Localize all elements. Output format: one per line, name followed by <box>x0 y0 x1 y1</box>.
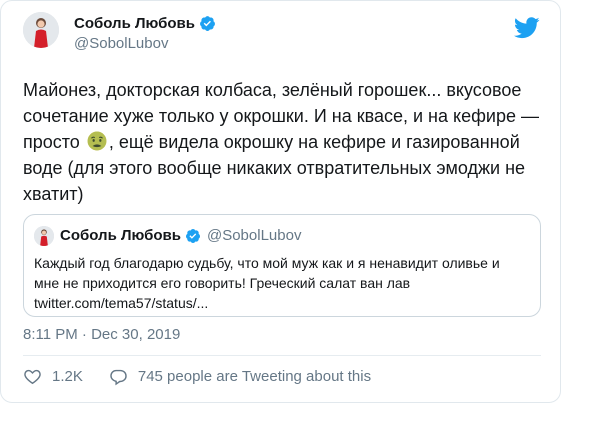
quoted-author-name: Соболь Любовь <box>60 227 181 244</box>
tweet-card: Соболь Любовь @SobolLubov Майонез, докто… <box>0 0 561 403</box>
tweet-timestamp[interactable]: 8:11 PM · Dec 30, 2019 <box>23 326 180 343</box>
author-handle[interactable]: @SobolLubov <box>74 35 168 52</box>
tweet-text: Майонез, докторская колбаса, зелёный гор… <box>23 77 548 207</box>
quoted-tweet-text: Каждый год благодарю судьбу, что мой муж… <box>34 255 504 311</box>
quoted-avatar <box>34 226 54 246</box>
tweeting-about-text: 745 people are Tweeting about this <box>137 368 372 385</box>
verified-badge-icon <box>185 228 200 243</box>
avatar[interactable] <box>23 12 59 48</box>
nauseated-face-icon <box>87 131 107 151</box>
tweet-actions: 1.2K 745 people are Tweeting about this <box>23 367 371 386</box>
quoted-tweet[interactable]: Соболь Любовь @SobolLubov Каждый год бла… <box>23 214 541 317</box>
quoted-author-handle: @SobolLubov <box>206 227 302 244</box>
author-name[interactable]: Соболь Любовь <box>74 15 195 32</box>
like-button[interactable]: 1.2K <box>23 367 83 386</box>
twitter-bird-icon[interactable] <box>514 17 540 39</box>
tweeting-about-link[interactable]: 745 people are Tweeting about this <box>109 367 371 386</box>
speech-bubble-icon <box>110 369 127 386</box>
heart-icon <box>24 369 41 385</box>
divider <box>23 355 541 356</box>
verified-badge-icon <box>200 16 215 31</box>
like-count: 1.2K <box>52 368 83 385</box>
